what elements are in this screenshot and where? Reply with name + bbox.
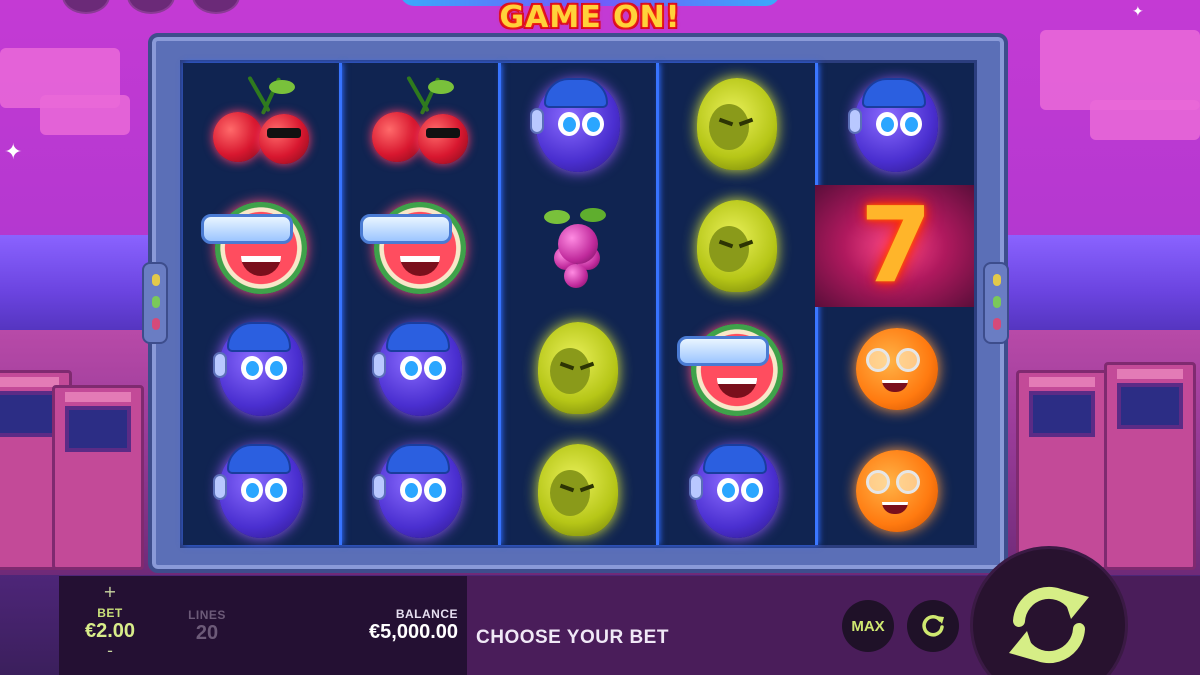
status-message: CHOOSE YOUR BET [476, 627, 669, 648]
plum-symbol [342, 307, 498, 429]
lemon-symbol [501, 307, 657, 429]
max-bet-button[interactable]: MAX [842, 600, 894, 652]
watermelon-symbol [342, 185, 498, 307]
balance-label: BALANCE [395, 607, 458, 621]
bet-label: BET [97, 606, 123, 620]
reel-5: 7 [815, 63, 974, 545]
arcade-machine [1104, 362, 1196, 570]
watermelon-symbol [183, 185, 339, 307]
reel-4 [659, 63, 819, 545]
bet-increase-button[interactable]: + [62, 584, 158, 600]
lines-label: LINES [188, 608, 226, 622]
plum-symbol [818, 63, 974, 185]
reel-2 [342, 63, 501, 545]
spin-arrows-icon [1009, 586, 1089, 664]
cherry-symbol [183, 63, 339, 185]
game-title: GAME ON! [499, 0, 681, 35]
left-gem-panel [142, 262, 168, 344]
balance-value: €5,000.00 [369, 621, 458, 643]
right-gem-panel [983, 262, 1009, 344]
cloud [1040, 30, 1200, 110]
watermelon-symbol [659, 307, 815, 429]
bet-value: €2.00 [84, 620, 136, 642]
lines-display: LINES 20 [170, 608, 244, 645]
plum-symbol [501, 63, 657, 185]
lemon-symbol [501, 429, 657, 551]
refresh-icon [922, 615, 944, 637]
menu-button[interactable] [62, 0, 110, 14]
lemon-symbol [659, 185, 815, 307]
seven-symbol-text: 7 [859, 184, 933, 306]
plum-symbol [342, 429, 498, 551]
reel-1 [183, 63, 342, 545]
info-button[interactable] [192, 0, 240, 14]
balance-display: BALANCE €5,000.00 [300, 607, 458, 644]
orange-symbol [818, 429, 974, 551]
arcade-machine [52, 385, 144, 570]
lines-value: 20 [195, 622, 219, 644]
orange-symbol [818, 307, 974, 429]
reel-3 [501, 63, 660, 545]
plum-symbol [659, 429, 815, 551]
sound-button[interactable] [127, 0, 175, 14]
grape-symbol [501, 185, 657, 307]
star-icon: ✦ [1132, 4, 1144, 20]
reel-grid: 7 [180, 60, 977, 548]
bet-decrease-button[interactable]: - [62, 643, 158, 659]
plum-symbol [183, 307, 339, 429]
seven-symbol: 7 [815, 184, 974, 307]
star-icon: ✦ [4, 140, 23, 165]
bet-control: + BET €2.00 - [62, 584, 158, 659]
cherry-symbol [342, 63, 498, 185]
cloud [40, 95, 130, 135]
plum-symbol [183, 429, 339, 551]
lemon-symbol [659, 63, 815, 185]
arcade-machine [1016, 370, 1108, 570]
cloud [1090, 100, 1200, 140]
autoplay-button[interactable] [907, 600, 959, 652]
